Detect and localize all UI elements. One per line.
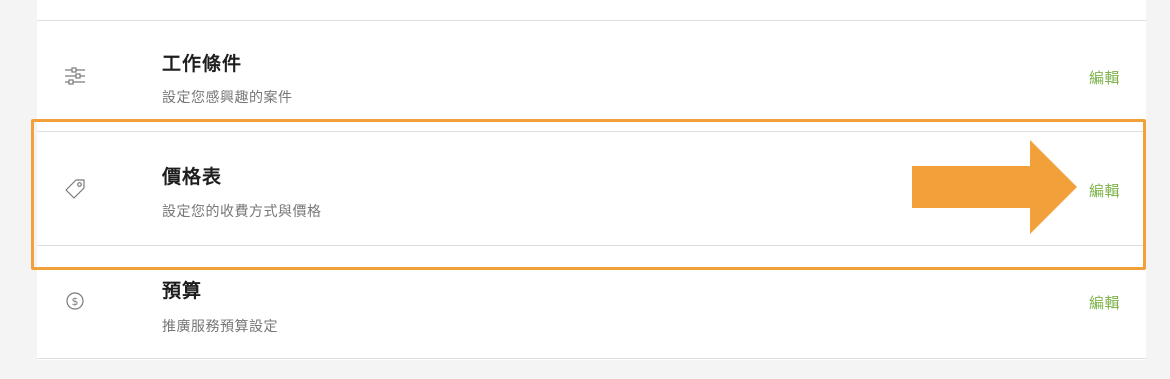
row-title: 工作條件 <box>162 53 243 75</box>
row-title: 預算 <box>162 280 203 302</box>
dollar-coin-icon: $ <box>55 281 95 321</box>
edit-link-budget[interactable]: 編輯 <box>1089 292 1120 313</box>
svg-text:$: $ <box>72 295 79 308</box>
sliders-icon <box>55 56 95 96</box>
row-subtitle: 推廣服務預算設定 <box>162 319 278 335</box>
divider <box>37 358 1146 359</box>
edit-link-work-conditions[interactable]: 編輯 <box>1089 67 1120 88</box>
arrow-annotation-icon <box>912 140 1077 234</box>
row-subtitle: 設定您感興趣的案件 <box>162 90 293 106</box>
settings-row-work-conditions: 工作條件 設定您感興趣的案件 編輯 <box>37 20 1146 131</box>
